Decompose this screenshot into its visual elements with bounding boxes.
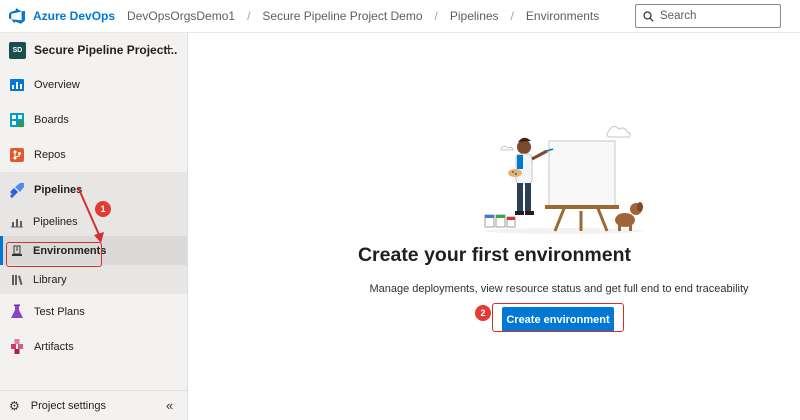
annotation-highlight-environments: [6, 242, 102, 267]
search-icon: [643, 10, 654, 22]
repos-icon: [8, 146, 26, 164]
sidebar-item-overview[interactable]: Overview: [0, 67, 187, 102]
sidebar-item-label: Overview: [34, 78, 80, 91]
add-icon[interactable]: +: [164, 41, 173, 59]
pipeline-runs-icon: [11, 216, 23, 228]
breadcrumb-pipelines[interactable]: Pipelines: [450, 9, 499, 23]
breadcrumb-separator: /: [510, 9, 514, 23]
project-settings-link[interactable]: Project settings: [31, 400, 106, 412]
top-bar: Azure DevOps DevOpsOrgsDemo1 / Secure Pi…: [0, 0, 800, 33]
sidebar-item-label: Repos: [34, 148, 66, 161]
breadcrumb-separator: /: [434, 9, 438, 23]
boards-icon: [8, 111, 26, 129]
page-title: Create your first environment: [357, 244, 632, 266]
gear-icon[interactable]: ⚙: [9, 399, 20, 413]
brand-name[interactable]: Azure DevOps: [33, 9, 115, 23]
sidebar-item-label: Library: [33, 273, 67, 286]
breadcrumb-environments[interactable]: Environments: [526, 9, 599, 23]
project-header[interactable]: SD Secure Pipeline Project... +: [0, 33, 187, 67]
breadcrumb: DevOpsOrgsDemo1 / Secure Pipeline Projec…: [127, 9, 599, 23]
library-icon: [11, 274, 23, 286]
sidebar-footer: ⚙ Project settings «: [0, 390, 188, 420]
breadcrumb-project[interactable]: Secure Pipeline Project Demo: [262, 9, 422, 23]
sidebar-subitem-library[interactable]: Library: [0, 265, 187, 294]
sidebar-item-test-plans[interactable]: Test Plans: [0, 294, 187, 329]
collapse-sidebar-icon[interactable]: «: [166, 398, 173, 413]
sidebar-item-artifacts[interactable]: Artifacts: [0, 329, 187, 364]
sidebar-item-label: Boards: [34, 113, 69, 126]
artifacts-icon: [8, 338, 26, 356]
breadcrumb-organization[interactable]: DevOpsOrgsDemo1: [127, 9, 235, 23]
overview-icon: [8, 76, 26, 94]
breadcrumb-separator: /: [247, 9, 251, 23]
search-box[interactable]: [635, 4, 781, 28]
pipelines-icon: [8, 181, 26, 199]
active-indicator: [0, 236, 3, 265]
page-description: Manage deployments, view resource status…: [369, 283, 749, 295]
annotation-number: 2: [475, 305, 491, 321]
sidebar-item-label: Artifacts: [34, 340, 74, 353]
project-name[interactable]: Secure Pipeline Project...: [34, 43, 177, 57]
azure-devops-logo-icon[interactable]: [8, 7, 26, 25]
test-plans-icon: [8, 303, 26, 321]
sidebar-item-boards[interactable]: Boards: [0, 102, 187, 137]
painter-illustration: [484, 125, 644, 234]
main-content: Create your first environment Manage dep…: [189, 33, 800, 420]
sidebar-item-label: Test Plans: [34, 305, 85, 318]
annotation-highlight-create-button: [492, 303, 624, 332]
search-input[interactable]: [660, 10, 770, 22]
project-avatar: SD: [9, 41, 26, 59]
sidebar-item-repos[interactable]: Repos: [0, 137, 187, 172]
annotation-number: 1: [95, 201, 111, 217]
